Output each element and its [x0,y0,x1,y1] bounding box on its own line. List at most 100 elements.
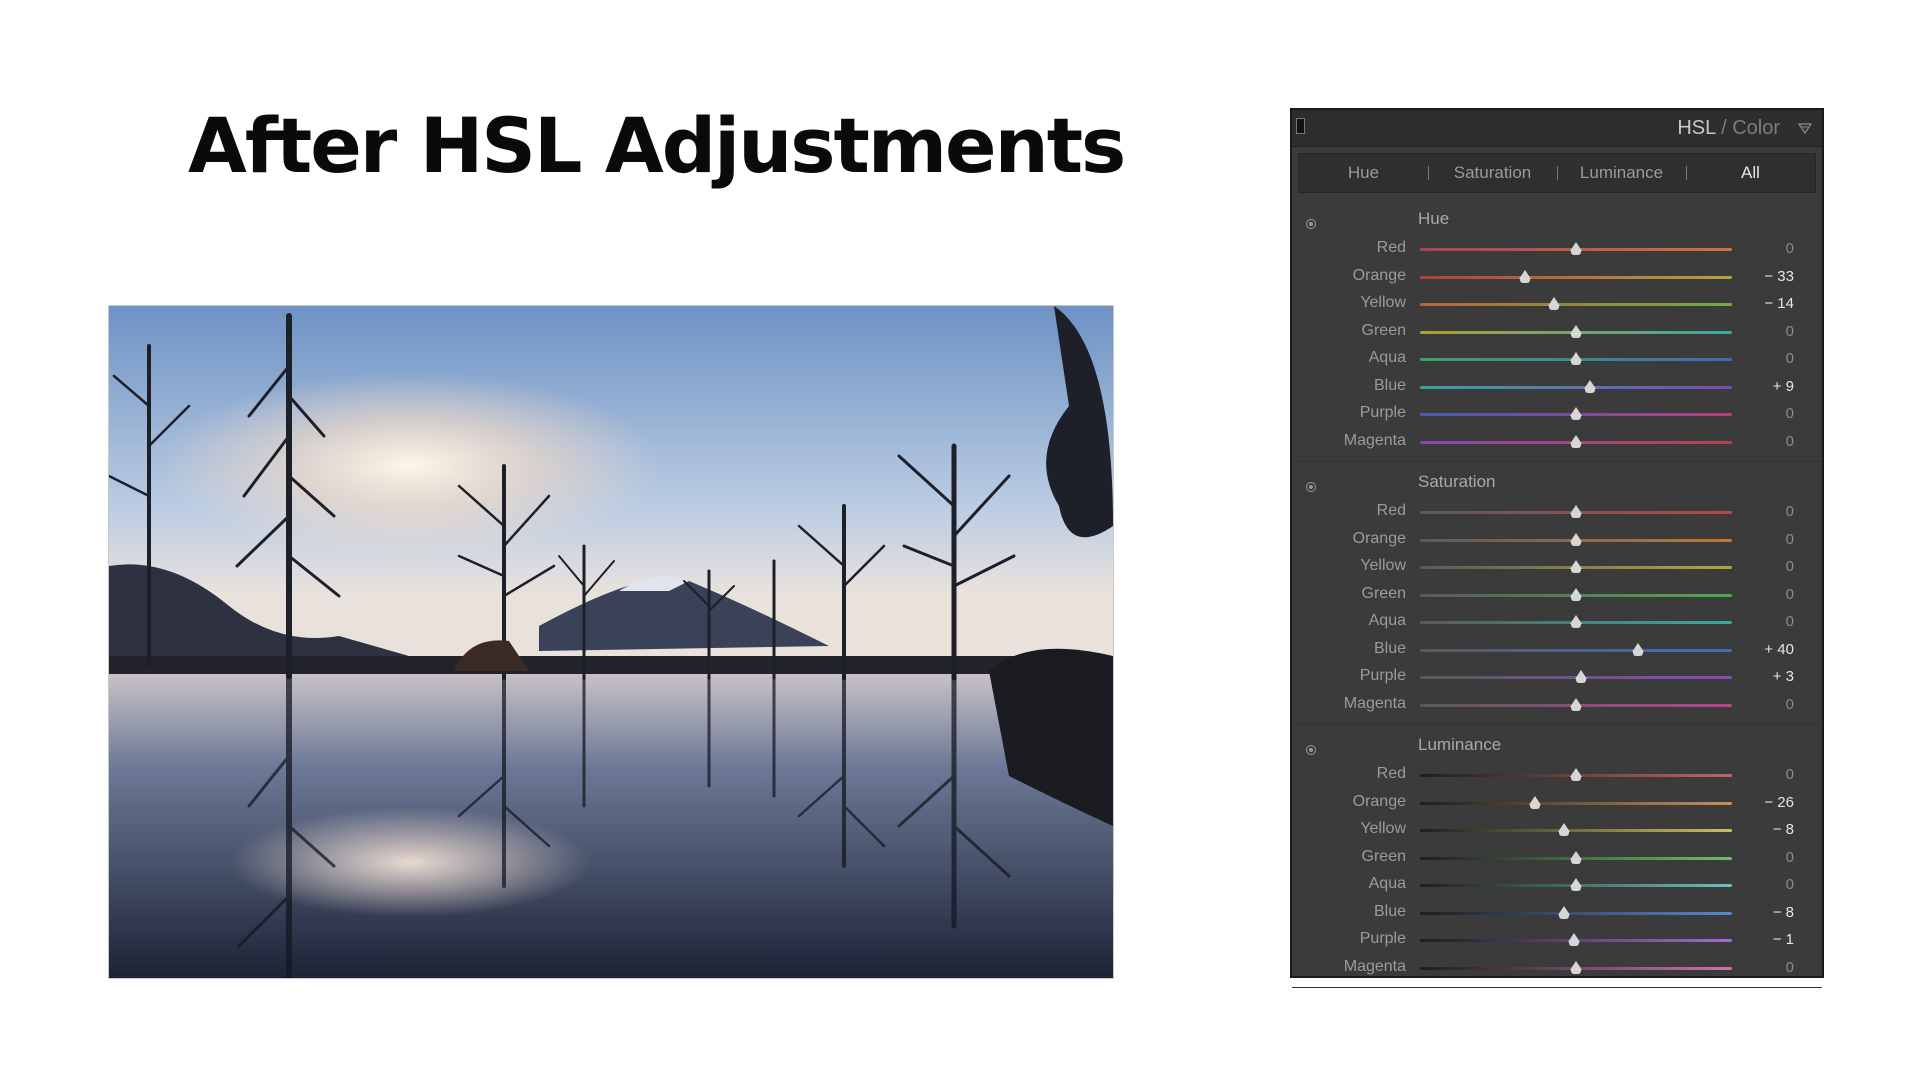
slider-thumb[interactable] [1548,297,1561,310]
slider-value[interactable]: 0 [1786,433,1794,450]
slider-thumb[interactable] [1570,505,1582,518]
slider-value[interactable]: 0 [1786,503,1794,520]
slider-thumb[interactable] [1632,642,1645,656]
slider-value[interactable]: 0 [1786,531,1794,548]
slider-track[interactable] [1420,352,1732,365]
slider-thumb[interactable] [1570,324,1582,338]
slider-track[interactable] [1420,407,1732,420]
slider-label: Orange [1352,792,1406,810]
slider-track[interactable] [1420,615,1732,628]
slider-thumb[interactable] [1529,795,1542,809]
slider-track[interactable] [1420,670,1732,683]
slider-track[interactable] [1420,269,1732,283]
slider-value[interactable]: 0 [1786,613,1794,630]
slider-row-blue: Blue + 40 [1292,638,1822,662]
slider-track[interactable] [1420,532,1732,546]
tab-all[interactable]: All [1686,163,1815,183]
slider-thumb[interactable] [1518,269,1531,283]
slider-track[interactable] [1420,587,1732,601]
slider-value[interactable]: 0 [1786,696,1794,713]
slider-thumb[interactable] [1570,615,1582,628]
panel-title-hsl: HSL [1677,117,1716,139]
slider-value[interactable]: 0 [1786,240,1794,257]
slider-value[interactable]: − 33 [1764,268,1794,285]
target-adjust-icon[interactable] [1306,482,1316,492]
slider-thumb[interactable] [1570,587,1582,601]
panel-grip-icon[interactable] [1296,118,1305,134]
slider-track[interactable] [1420,933,1732,946]
slider-row-green: Green 0 [1292,320,1822,344]
slider-thumb[interactable] [1570,242,1582,255]
slider-track[interactable] [1420,823,1732,836]
slider-row-orange: Orange − 33 [1292,265,1822,289]
target-adjust-icon[interactable] [1306,745,1316,755]
slider-row-orange: Orange − 26 [1292,791,1822,815]
slider-row-red: Red 0 [1292,237,1822,261]
slider-value[interactable]: 0 [1786,350,1794,367]
slider-thumb[interactable] [1570,960,1582,974]
slider-track[interactable] [1420,324,1732,338]
slider-track[interactable] [1420,850,1732,864]
slider-track[interactable] [1420,878,1732,891]
slider-thumb[interactable] [1557,905,1570,919]
slider-thumb[interactable] [1574,670,1587,683]
slider-track[interactable] [1420,905,1732,919]
slider-value[interactable]: − 8 [1773,904,1794,921]
slider-label: Red [1376,765,1406,782]
slider-track[interactable] [1420,242,1732,255]
slider-value[interactable]: 0 [1786,586,1794,603]
slider-row-red: Red 0 [1292,763,1822,787]
slider-track[interactable] [1420,434,1732,448]
slider-label: Yellow [1360,294,1406,311]
panel-header[interactable]: HSL / Color [1292,110,1822,147]
slider-value[interactable]: 0 [1786,849,1794,866]
slider-value[interactable]: − 1 [1773,931,1794,948]
slider-value[interactable]: − 26 [1764,794,1794,811]
slider-value[interactable]: + 9 [1773,378,1794,395]
slider-track[interactable] [1420,768,1732,781]
slider-track[interactable] [1420,297,1732,310]
slider-value[interactable]: + 40 [1764,641,1794,658]
slider-value[interactable]: 0 [1786,558,1794,575]
hsl-color-panel: HSL / Color Hue Saturation Luminance All Hu… [1290,108,1824,988]
slider-thumb[interactable] [1570,352,1582,365]
slider-track[interactable] [1420,795,1732,809]
target-adjust-icon[interactable] [1306,219,1316,229]
tab-luminance[interactable]: Luminance [1557,163,1686,183]
slider-thumb[interactable] [1568,933,1581,946]
slider-thumb[interactable] [1570,697,1582,711]
slider-value[interactable]: + 3 [1773,668,1794,685]
tab-saturation[interactable]: Saturation [1428,163,1557,183]
section-title: Luminance [1418,735,1502,754]
slider-thumb[interactable] [1570,850,1582,864]
slider-value[interactable]: − 8 [1773,821,1794,838]
slider-track[interactable] [1420,642,1732,656]
slider-label: Magenta [1343,694,1406,712]
slider-track[interactable] [1420,560,1732,573]
slider-thumb[interactable] [1570,532,1582,546]
slider-thumb[interactable] [1570,560,1582,573]
slider-value[interactable]: 0 [1786,323,1794,340]
slider-value[interactable]: 0 [1786,405,1794,422]
slider-value[interactable]: 0 [1786,766,1794,783]
slider-value[interactable]: 0 [1786,959,1794,976]
slider-track[interactable] [1420,505,1732,518]
slider-thumb[interactable] [1570,768,1582,781]
slider-row-magenta: Magenta 0 [1292,956,1822,980]
slider-row-blue: Blue − 8 [1292,901,1822,925]
slider-track[interactable] [1420,379,1732,393]
slider-thumb[interactable] [1570,434,1582,448]
slider-thumb[interactable] [1570,878,1582,891]
slider-thumb[interactable] [1570,407,1582,420]
slider-row-aqua: Aqua 0 [1292,873,1822,897]
collapse-triangle-icon[interactable] [1797,121,1813,135]
slider-value[interactable]: − 14 [1764,295,1794,312]
slider-thumb[interactable] [1584,379,1597,393]
slider-value[interactable]: 0 [1786,876,1794,893]
slider-thumb[interactable] [1557,823,1570,836]
panel-title-color[interactable]: Color [1732,117,1780,139]
tab-hue[interactable]: Hue [1299,163,1428,183]
section-hue: Hue Red 0 Orange − 33 Yellow − 14 Green 0 Aqua 0 Bl… [1292,199,1822,462]
slider-track[interactable] [1420,697,1732,711]
slider-track[interactable] [1420,960,1732,974]
